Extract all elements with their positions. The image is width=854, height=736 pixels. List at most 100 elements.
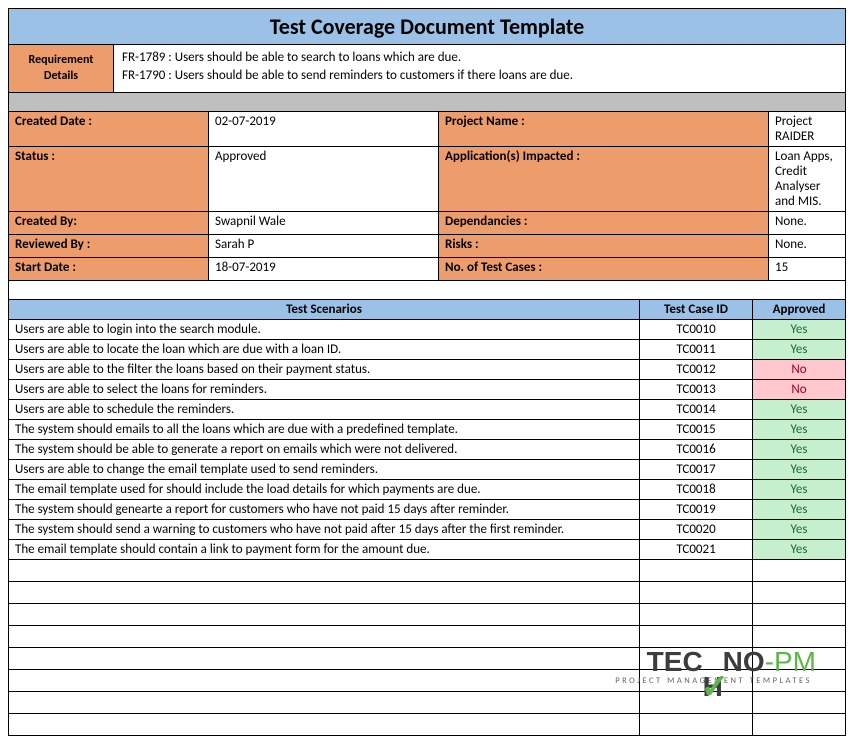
cell-tcid: [639, 626, 752, 648]
table-row-empty: [8, 714, 846, 736]
cell-approved: [752, 560, 846, 582]
cell-approved: [752, 670, 846, 692]
table-row: Users are able to schedule the reminders…: [8, 400, 846, 420]
cell-approved: Yes: [752, 460, 846, 480]
cell-tcid: TC0015: [639, 420, 752, 440]
meta-value: 18-07-2019: [208, 258, 438, 281]
meta-label: Created By:: [8, 212, 208, 235]
table-row-empty: [8, 626, 846, 648]
meta-label: Project Name :: [438, 112, 768, 147]
requirement-label: Requirement Details: [9, 45, 114, 92]
cell-approved: [752, 626, 846, 648]
requirement-row: Requirement Details FR-1789 : Users shou…: [8, 45, 846, 93]
meta-value: Loan Apps, Credit Analyser and MIS.: [768, 147, 846, 212]
meta-value: 02-07-2019: [208, 112, 438, 147]
cell-approved: Yes: [752, 340, 846, 360]
cell-tcid: TC0010: [639, 320, 752, 340]
meta-value: 15: [768, 258, 846, 281]
cell-approved: No: [752, 380, 846, 400]
meta-value: None.: [768, 212, 846, 235]
cell-approved: Yes: [752, 480, 846, 500]
table-header: Test Scenarios Test Case ID Approved: [8, 300, 846, 320]
meta-label: Created Date :: [8, 112, 208, 147]
cell-tcid: TC0019: [639, 500, 752, 520]
cell-scenario: Users are able to change the email templ…: [8, 460, 639, 480]
meta-value: Approved: [208, 147, 438, 212]
meta-label: Status :: [8, 147, 208, 212]
cell-scenario: The system should send a warning to cust…: [8, 520, 639, 540]
cell-approved: [752, 604, 846, 626]
cell-tcid: TC0012: [639, 360, 752, 380]
meta-value: Swapnil Wale: [208, 212, 438, 235]
cell-tcid: TC0021: [639, 540, 752, 560]
table-row-empty: [8, 604, 846, 626]
cell-approved: Yes: [752, 400, 846, 420]
cell-approved: [752, 648, 846, 670]
table-row: Users are able to select the loans for r…: [8, 380, 846, 400]
cell-approved: [752, 714, 846, 736]
cell-tcid: [639, 560, 752, 582]
cell-scenario: The email template should contain a link…: [8, 540, 639, 560]
cell-tcid: TC0013: [639, 380, 752, 400]
requirement-line: FR-1790 : Users should be able to send r…: [122, 67, 837, 85]
cell-scenario: The system should be able to generate a …: [8, 440, 639, 460]
meta-label: Risks :: [438, 235, 768, 258]
cell-approved: Yes: [752, 420, 846, 440]
cell-scenario: The system should emails to all the loan…: [8, 420, 639, 440]
cell-approved: Yes: [752, 520, 846, 540]
cell-scenario: Users are able to login into the search …: [8, 320, 639, 340]
cell-scenario: [8, 670, 639, 692]
cell-scenario: [8, 582, 639, 604]
table-row-empty: [8, 648, 846, 670]
cell-scenario: [8, 692, 639, 714]
table-row: Users are able to the filter the loans b…: [8, 360, 846, 380]
cell-approved: Yes: [752, 320, 846, 340]
page-title: Test Coverage Document Template: [8, 8, 846, 45]
header-approved: Approved: [752, 300, 846, 320]
cell-scenario: Users are able to schedule the reminders…: [8, 400, 639, 420]
table-row: The system should be able to generate a …: [8, 440, 846, 460]
cell-tcid: [639, 714, 752, 736]
cell-tcid: TC0011: [639, 340, 752, 360]
meta-label: Reviewed By :: [8, 235, 208, 258]
cell-scenario: [8, 626, 639, 648]
cell-approved: No: [752, 360, 846, 380]
meta-value: None.: [768, 235, 846, 258]
table-row: The email template used for should inclu…: [8, 480, 846, 500]
cell-approved: [752, 692, 846, 714]
cell-tcid: [639, 582, 752, 604]
cell-tcid: [639, 692, 752, 714]
cell-scenario: The system should genearte a report for …: [8, 500, 639, 520]
cell-scenario: Users are able to the filter the loans b…: [8, 360, 639, 380]
separator-row: [8, 93, 846, 112]
separator-row: [8, 281, 846, 300]
cell-scenario: [8, 648, 639, 670]
meta-value: Sarah P: [208, 235, 438, 258]
cell-scenario: [8, 560, 639, 582]
cell-scenario: The email template used for should inclu…: [8, 480, 639, 500]
table-row: The system should genearte a report for …: [8, 500, 846, 520]
cell-approved: [752, 582, 846, 604]
cell-tcid: TC0017: [639, 460, 752, 480]
cell-tcid: TC0018: [639, 480, 752, 500]
table-body: Users are able to login into the search …: [8, 320, 846, 736]
cell-tcid: [639, 670, 752, 692]
cell-scenario: [8, 604, 639, 626]
cell-tcid: TC0020: [639, 520, 752, 540]
table-row-empty: [8, 582, 846, 604]
cell-approved: Yes: [752, 500, 846, 520]
requirement-line: FR-1789 : Users should be able to search…: [122, 49, 837, 67]
table-row: The system should send a warning to cust…: [8, 520, 846, 540]
cell-scenario: [8, 714, 639, 736]
header-tcid: Test Case ID: [639, 300, 752, 320]
cell-scenario: Users are able to locate the loan which …: [8, 340, 639, 360]
meta-value: Project RAIDER: [768, 112, 846, 147]
table-row: The email template should contain a link…: [8, 540, 846, 560]
cell-tcid: [639, 604, 752, 626]
cell-approved: Yes: [752, 540, 846, 560]
cell-tcid: [639, 648, 752, 670]
cell-scenario: Users are able to select the loans for r…: [8, 380, 639, 400]
meta-label: Start Date :: [8, 258, 208, 281]
header-scenario: Test Scenarios: [8, 300, 639, 320]
table-row-empty: [8, 670, 846, 692]
